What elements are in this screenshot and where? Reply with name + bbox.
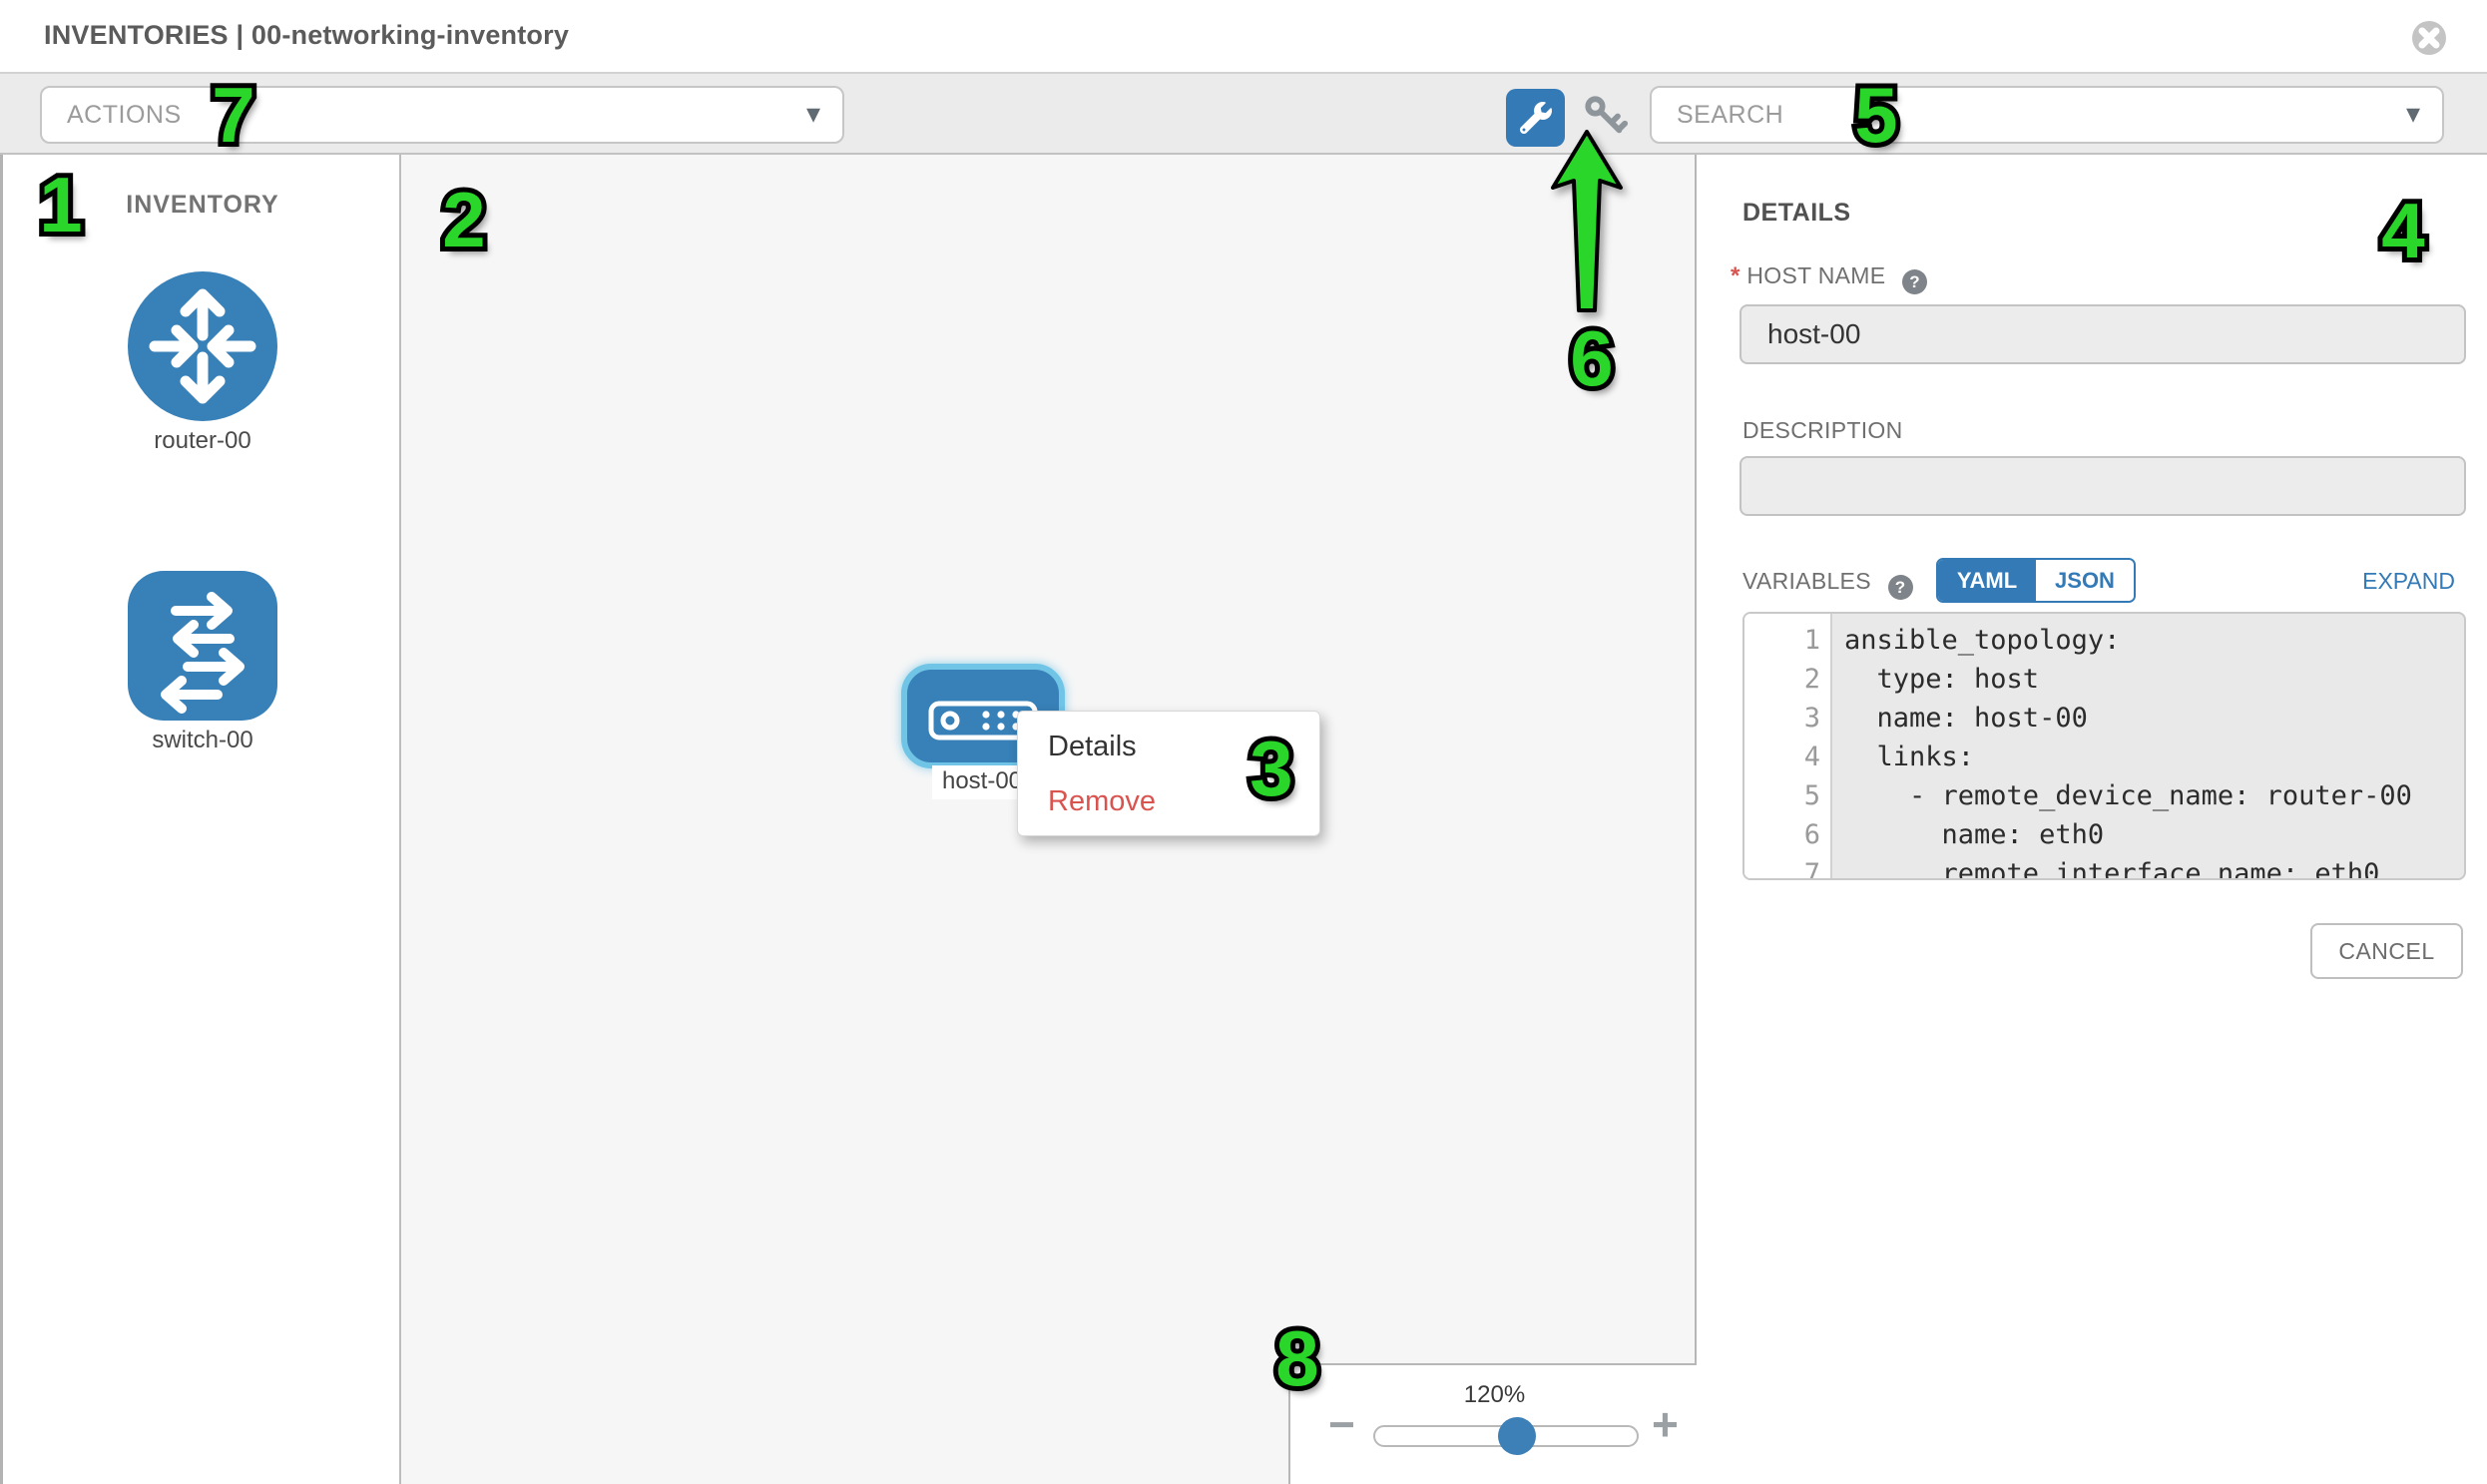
app-window: INVENTORIES | 00-networking-inventory AC… (0, 0, 2487, 1484)
actions-dropdown[interactable]: ACTIONS ▾ (40, 86, 844, 144)
close-icon[interactable] (2411, 20, 2447, 56)
cancel-button[interactable]: CANCEL (2310, 923, 2463, 979)
annotation-7: 7 (199, 76, 268, 154)
minus-icon[interactable]: − (1328, 1401, 1355, 1447)
chevron-down-icon: ▾ (2406, 88, 2420, 140)
code-line: - remote_device_name: router-00 (1844, 776, 2464, 815)
palette-item-switch[interactable]: switch-00 (128, 571, 277, 726)
description-label: DESCRIPTION (1742, 417, 1902, 444)
code-line: name: host-00 (1844, 699, 2464, 738)
code-line: ansible_topology: (1844, 621, 2464, 660)
annotation-3: 3 (1237, 730, 1306, 807)
code-line: remote_interface_name: eth0 (1844, 854, 2464, 880)
breadcrumb-title: INVENTORIES | 00-networking-inventory (44, 20, 569, 51)
question-circle-icon[interactable]: ? (1888, 575, 1913, 600)
code-line: type: host (1844, 660, 2464, 699)
tab-yaml[interactable]: YAML (1938, 560, 2036, 601)
search-dropdown[interactable]: SEARCH ▾ (1650, 86, 2444, 144)
code-lines: ansible_topology: type: host name: host-… (1832, 614, 2464, 878)
inventory-palette: INVENTORY router-00 (0, 155, 399, 1484)
variables-format-toggle: YAML JSON (1936, 558, 2136, 603)
tab-json[interactable]: JSON (2036, 560, 2134, 601)
question-circle-icon[interactable]: ? (1902, 269, 1927, 294)
palette-item-label: switch-00 (68, 727, 337, 754)
details-panel: DETAILS * HOST NAME ? DESCRIPTION VARIAB… (1697, 155, 2487, 1484)
line-number-gutter: 1 2 3 4 5 6 7 (1744, 614, 1832, 878)
details-heading: DETAILS (1742, 199, 1851, 228)
palette-item-router[interactable]: router-00 (128, 271, 277, 426)
switch-arrows-icon (128, 708, 277, 725)
variables-label: VARIABLES (1742, 568, 1871, 594)
code-line: name: eth0 (1844, 815, 2464, 854)
host-name-label: HOST NAME (1746, 262, 1885, 288)
router-arrows-icon (128, 408, 277, 425)
host-name-label-row: * HOST NAME ? (1731, 262, 1927, 294)
expand-link[interactable]: EXPAND (2335, 568, 2455, 595)
actions-dropdown-label: ACTIONS (67, 88, 182, 142)
search-placeholder: SEARCH (1677, 88, 1783, 142)
annotation-2: 2 (429, 181, 499, 258)
toolbar: ACTIONS ▾ SEARCH ▾ (0, 72, 2487, 155)
annotation-5: 5 (1841, 76, 1911, 154)
plus-icon[interactable]: + (1652, 1401, 1679, 1447)
annotation-4: 4 (2368, 192, 2438, 269)
zoom-slider-thumb[interactable] (1498, 1417, 1536, 1455)
annotation-6: 6 (1557, 319, 1627, 397)
variables-label-row: VARIABLES ? (1742, 568, 1913, 600)
annotation-8: 8 (1262, 1319, 1332, 1397)
header: INVENTORIES | 00-networking-inventory (0, 0, 2487, 72)
description-input[interactable] (1740, 456, 2466, 516)
code-line: links: (1844, 738, 2464, 776)
zoom-control-panel: 120% − + (1288, 1363, 1697, 1484)
required-asterisk: * (1731, 262, 1741, 289)
annotation-1: 1 (26, 166, 96, 244)
host-name-input[interactable] (1740, 304, 2466, 364)
palette-item-label: router-00 (68, 427, 337, 455)
annotation-arrow-icon (1545, 128, 1629, 317)
variables-code-editor[interactable]: 1 2 3 4 5 6 7 ansible_topology: type: ho… (1742, 612, 2466, 880)
chevron-down-icon: ▾ (806, 88, 820, 140)
topology-canvas[interactable]: host-00 Details Remove 120% − + (399, 155, 1697, 1484)
